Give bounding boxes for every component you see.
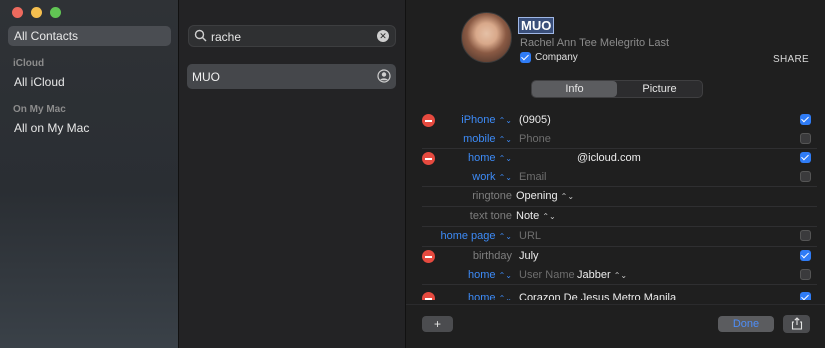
contact-list-pane: rache ✕ MUO <box>179 0 406 348</box>
email-value[interactable]: @icloud.com <box>577 152 641 164</box>
field-row: home ⌃⌄ @icloud.com <box>406 149 825 168</box>
field-row: text tone Note ⌃⌄ <box>406 207 825 227</box>
my-card-icon <box>377 69 391 83</box>
company-label: Company <box>535 52 578 63</box>
company-checkbox-row[interactable]: Company <box>520 52 578 63</box>
sidebar-item-all-on-my-mac[interactable]: All on My Mac <box>8 118 171 138</box>
sidebar: All Contacts iCloud All iCloud On My Mac… <box>0 0 179 348</box>
full-name-field[interactable]: Rachel Ann Tee Melegrito Last <box>520 37 669 49</box>
field-checkbox[interactable] <box>800 230 811 241</box>
field-row: home ⌃⌄ User Name Jabber ⌃⌄ <box>406 266 825 285</box>
remove-field-button[interactable] <box>422 114 435 127</box>
contact-name: MUO <box>192 70 220 84</box>
contact-photo[interactable] <box>461 12 512 63</box>
info-picture-tabs: Info Picture <box>531 80 703 98</box>
share-label[interactable]: SHARE <box>773 54 809 65</box>
share-button[interactable] <box>783 315 810 333</box>
list-item[interactable]: MUO <box>187 64 396 89</box>
search-icon <box>194 29 207 42</box>
window-controls <box>12 7 61 18</box>
field-row: mobile ⌃⌄ Phone <box>406 130 825 149</box>
email-placeholder[interactable]: Email <box>519 171 547 183</box>
minimize-window-button[interactable] <box>31 7 42 18</box>
contact-fields: iPhone ⌃⌄ (0905) mobile ⌃⌄ Phone home ⌃⌄… <box>406 111 825 300</box>
field-checkbox[interactable] <box>800 152 811 163</box>
field-label-dropdown[interactable]: work ⌃⌄ <box>472 171 512 183</box>
close-window-button[interactable] <box>12 7 23 18</box>
field-row: ringtone Opening ⌃⌄ <box>406 187 825 207</box>
done-button[interactable]: Done <box>718 316 774 332</box>
sidebar-section-icloud: iCloud <box>13 58 45 69</box>
field-row: birthday July <box>406 247 825 266</box>
field-row: home ⌃⌄ Corazon De Jesus Metro Manila <box>406 289 825 300</box>
detail-toolbar: + Done <box>406 304 825 348</box>
clear-search-icon[interactable]: ✕ <box>377 30 389 42</box>
contacts-window: All Contacts iCloud All iCloud On My Mac… <box>0 0 825 348</box>
ringtone-label: ringtone <box>472 190 512 202</box>
field-row: iPhone ⌃⌄ (0905) <box>406 111 825 130</box>
nickname-field[interactable]: MUO <box>518 17 555 34</box>
contact-detail-pane: MUO Rachel Ann Tee Melegrito Last Compan… <box>406 0 825 348</box>
birthday-label: birthday <box>472 250 512 262</box>
field-label-dropdown[interactable]: home ⌃⌄ <box>468 152 512 164</box>
sidebar-item-all-contacts[interactable]: All Contacts <box>8 26 171 46</box>
search-field[interactable]: rache ✕ <box>188 25 396 47</box>
remove-field-button[interactable] <box>422 292 435 300</box>
zoom-window-button[interactable] <box>50 7 61 18</box>
sidebar-section-on-my-mac: On My Mac <box>13 104 66 115</box>
birthday-value[interactable]: July <box>519 250 539 262</box>
field-checkbox[interactable] <box>800 292 811 300</box>
field-label-dropdown[interactable]: home ⌃⌄ <box>468 269 512 281</box>
field-label-dropdown[interactable]: home page ⌃⌄ <box>440 230 512 242</box>
username-placeholder[interactable]: User Name <box>519 269 575 281</box>
text-tone-dropdown[interactable]: Note ⌃⌄ <box>516 210 556 222</box>
tab-info[interactable]: Info <box>532 81 617 97</box>
text-tone-label: text tone <box>469 210 512 222</box>
service-dropdown[interactable]: Jabber ⌃⌄ <box>577 269 627 281</box>
share-icon <box>791 317 802 330</box>
field-checkbox[interactable] <box>800 250 811 261</box>
company-checkbox[interactable] <box>520 52 531 63</box>
field-checkbox[interactable] <box>800 171 811 182</box>
field-label-dropdown[interactable]: mobile ⌃⌄ <box>463 133 512 145</box>
divider <box>422 284 817 285</box>
address-value[interactable]: Corazon De Jesus Metro Manila <box>519 292 676 300</box>
search-input[interactable]: rache <box>211 30 241 44</box>
field-label-dropdown[interactable]: home ⌃⌄ <box>468 292 512 300</box>
remove-field-button[interactable] <box>422 152 435 165</box>
add-field-button[interactable]: + <box>422 316 453 332</box>
remove-field-button[interactable] <box>422 250 435 263</box>
ringtone-dropdown[interactable]: Opening ⌃⌄ <box>516 190 574 202</box>
tab-picture[interactable]: Picture <box>617 81 702 97</box>
field-checkbox[interactable] <box>800 114 811 125</box>
field-checkbox[interactable] <box>800 133 811 144</box>
field-checkbox[interactable] <box>800 269 811 280</box>
field-row: home page ⌃⌄ URL <box>406 227 825 247</box>
phone-value[interactable]: (0905) <box>519 114 551 126</box>
field-row: work ⌃⌄ Email <box>406 168 825 187</box>
url-placeholder[interactable]: URL <box>519 230 541 242</box>
phone-placeholder[interactable]: Phone <box>519 133 551 145</box>
sidebar-item-all-icloud[interactable]: All iCloud <box>8 72 171 92</box>
field-label-dropdown[interactable]: iPhone ⌃⌄ <box>461 114 512 126</box>
